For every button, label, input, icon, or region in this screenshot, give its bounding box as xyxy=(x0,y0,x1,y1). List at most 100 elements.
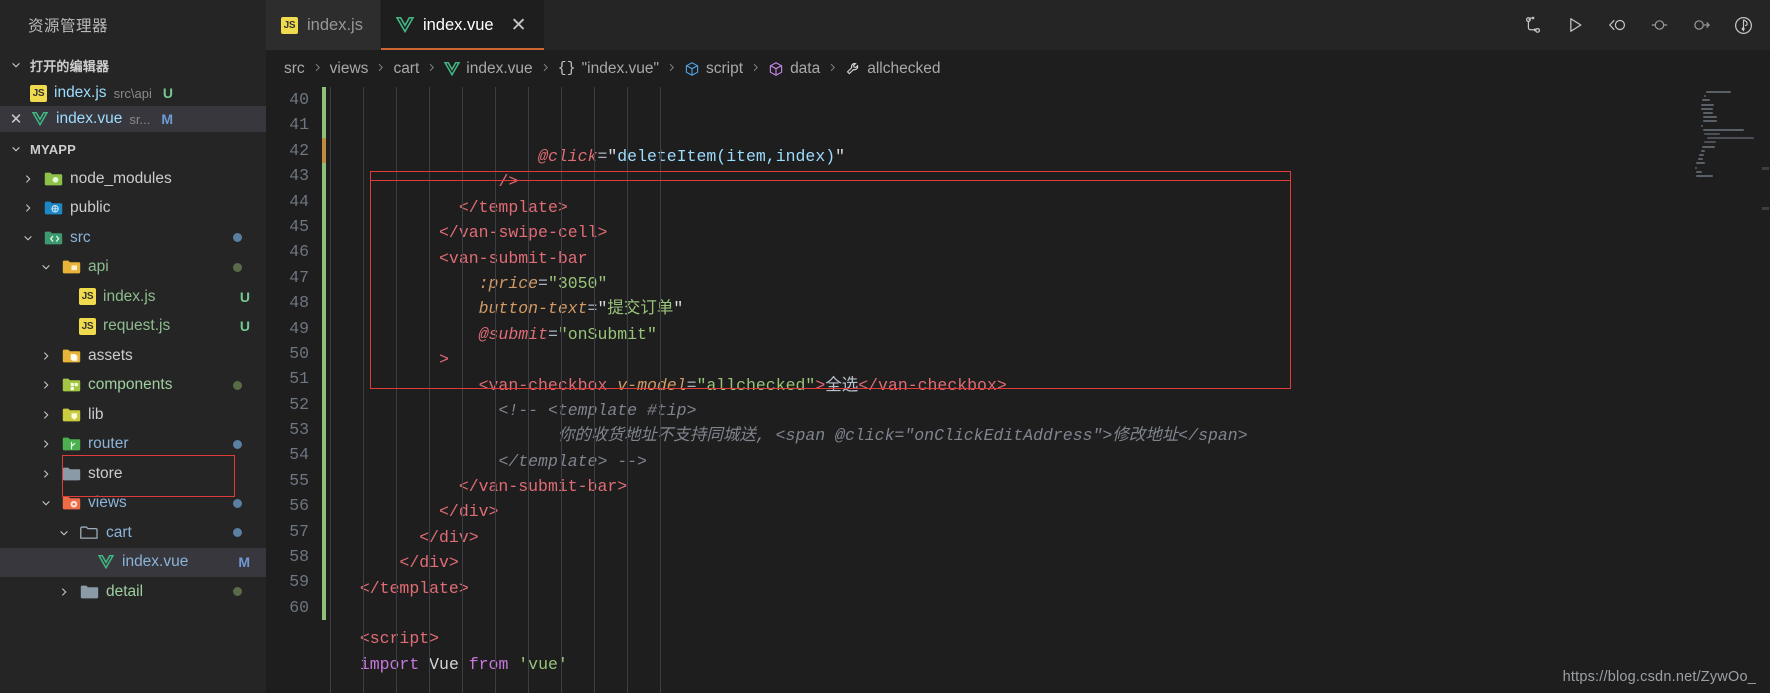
git-status-dot xyxy=(233,528,242,538)
tab-index-vue[interactable]: index.vue ✕ xyxy=(380,0,545,50)
minimap-line xyxy=(1695,166,1697,169)
debug-breakpoint-icon[interactable] xyxy=(1638,0,1680,50)
code-line[interactable]: </template> xyxy=(340,576,1770,601)
debug-alt-icon[interactable] xyxy=(1722,0,1764,50)
chevron-down-icon[interactable] xyxy=(38,261,54,273)
chevron-right-icon[interactable] xyxy=(38,379,54,391)
code-line[interactable]: </template> xyxy=(340,195,1770,220)
chevron-right-icon[interactable] xyxy=(56,586,72,598)
tree-item-router[interactable]: router xyxy=(0,430,266,460)
chevron-down-icon[interactable] xyxy=(56,527,72,539)
code-line[interactable]: @submit="onSubmit" xyxy=(340,322,1770,347)
breadcrumb-item-views[interactable]: views xyxy=(330,60,369,78)
tree-item-index-vue[interactable]: index.vue M xyxy=(0,547,266,577)
code-line[interactable]: </div> xyxy=(340,550,1770,575)
open-editor-index-js[interactable]: JS index.js src\api U xyxy=(0,80,266,106)
code-line[interactable]: <van-checkbox v-model="allchecked">全选</v… xyxy=(340,373,1770,398)
split-compare-icon[interactable] xyxy=(1512,0,1554,50)
debug-step-over-icon[interactable] xyxy=(1680,0,1722,50)
breadcrumb-item-allchecked[interactable]: allchecked xyxy=(845,60,940,78)
open-editor-name: index.js xyxy=(54,84,107,101)
js-file-icon: JS xyxy=(30,84,47,102)
breadcrumb-separator-icon xyxy=(666,60,677,77)
tree-item-store[interactable]: store xyxy=(0,459,266,489)
tree-item-detail[interactable]: detail xyxy=(0,577,266,607)
open-editors-title: 打开的编辑器 xyxy=(30,58,110,74)
tab-index-js[interactable]: JS index.js xyxy=(266,0,381,50)
chevron-right-icon[interactable] xyxy=(38,409,54,421)
code-line[interactable]: <script> xyxy=(340,626,1770,651)
tree-item-label: lib xyxy=(88,405,104,423)
tree-item-cart[interactable]: cart xyxy=(0,518,266,548)
tree-item-label: src xyxy=(70,228,91,246)
tree-item-node-modules[interactable]: node_modules xyxy=(0,164,266,194)
code-line[interactable]: button-text="提交订单" xyxy=(340,296,1770,321)
folder-router-icon xyxy=(61,436,81,452)
code-line[interactable]: </van-submit-bar> xyxy=(340,474,1770,499)
code-line[interactable]: :price="3050" xyxy=(340,271,1770,296)
tree-item-components[interactable]: components xyxy=(0,371,266,401)
breadcrumb-item-index-vue[interactable]: index.vue xyxy=(444,60,533,78)
breadcrumb-item-src[interactable]: src xyxy=(284,60,305,78)
project-header[interactable]: MYAPP xyxy=(0,134,266,164)
code-editor: src views cart index.vue {} "index.vue" script… xyxy=(266,50,1770,693)
folder-detail-icon xyxy=(79,584,99,600)
code-line[interactable]: @click="deleteItem(item,index)" xyxy=(340,144,1770,169)
breadcrumb-item--index-vue-[interactable]: {} "index.vue" xyxy=(558,60,659,78)
status-badge: U xyxy=(162,85,173,101)
chevron-right-icon[interactable] xyxy=(20,173,36,185)
breadcrumb-item-cart[interactable]: cart xyxy=(393,60,419,78)
debug-step-back-icon[interactable] xyxy=(1596,0,1638,50)
tree-item-assets[interactable]: assets xyxy=(0,341,266,371)
breadcrumb-label: "index.vue" xyxy=(581,59,660,77)
tree-item-api[interactable]: api xyxy=(0,253,266,283)
code-line[interactable]: </van-swipe-cell> xyxy=(340,220,1770,245)
open-editor-index-vue[interactable]: ✕ index.vue sr... M xyxy=(0,106,266,132)
chevron-right-icon[interactable] xyxy=(20,202,36,214)
js-file-icon: JS xyxy=(79,288,96,306)
tree-item-request-js[interactable]: JS request.js U xyxy=(0,312,266,342)
vscode-window: 资源管理器 JS index.js index.vue ✕ 打开的编辑器 JS … xyxy=(0,0,1770,693)
breadcrumb-label: src xyxy=(284,59,305,77)
scrollbar-decorations[interactable] xyxy=(1761,87,1770,693)
code-content[interactable]: @click="deleteItem(item,index)" /> </tem… xyxy=(326,87,1770,693)
chevron-down-icon[interactable] xyxy=(38,497,54,509)
tree-item-label: detail xyxy=(106,582,144,600)
chevron-right-icon[interactable] xyxy=(38,438,54,450)
editor-actions xyxy=(1512,0,1770,50)
breadcrumb-separator-icon xyxy=(375,60,386,77)
git-status-dot xyxy=(233,587,242,597)
close-icon[interactable]: ✕ xyxy=(8,110,24,128)
braces-icon: {} xyxy=(557,60,576,77)
code-line[interactable] xyxy=(340,601,1770,626)
code-line[interactable]: /> xyxy=(340,169,1770,194)
minimap-line xyxy=(1703,133,1720,135)
code-line[interactable]: <!-- <template #tip> xyxy=(340,398,1770,423)
code-line[interactable]: > xyxy=(340,347,1770,372)
minimap[interactable] xyxy=(1693,87,1761,693)
tree-item-index-js[interactable]: JS index.js U xyxy=(0,282,266,312)
code-line[interactable]: import Vue from 'vue' xyxy=(340,652,1770,677)
code-line[interactable]: </template> --> xyxy=(340,449,1770,474)
chevron-right-icon[interactable] xyxy=(38,350,54,362)
tree-item-public[interactable]: public xyxy=(0,194,266,224)
breadcrumb-label: views xyxy=(329,59,369,77)
folder-assets-icon xyxy=(61,348,81,364)
tree-item-views[interactable]: views xyxy=(0,489,266,519)
chevron-down-icon[interactable] xyxy=(20,232,36,244)
code-line[interactable]: <van-submit-bar xyxy=(340,246,1770,271)
breadcrumb-item-script[interactable]: script xyxy=(684,60,743,78)
tree-item-src[interactable]: src xyxy=(0,223,266,253)
tree-item-label: store xyxy=(88,464,123,482)
open-editors-header[interactable]: 打开的编辑器 xyxy=(0,50,266,80)
code-line[interactable]: </div> xyxy=(340,499,1770,524)
code-line[interactable]: </div> xyxy=(340,525,1770,550)
code-line[interactable]: 你的收货地址不支持同城送, <span @click="onClickEditA… xyxy=(340,423,1770,448)
chevron-right-icon[interactable] xyxy=(38,468,54,480)
run-play-icon[interactable] xyxy=(1554,0,1596,50)
git-status-dot xyxy=(233,233,242,243)
close-icon[interactable]: ✕ xyxy=(511,16,527,35)
tree-item-lib[interactable]: lib xyxy=(0,400,266,430)
breadcrumb: src views cart index.vue {} "index.vue" script… xyxy=(266,50,1770,87)
breadcrumb-item-data[interactable]: data xyxy=(768,60,820,78)
